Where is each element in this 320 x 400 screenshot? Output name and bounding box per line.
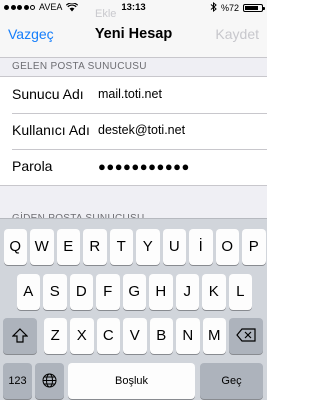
space-bar[interactable]: Boşluk [68,363,195,399]
navigation-bar: Ekle Vazgeç Yeni Hesap Kaydet [0,8,267,58]
key-d[interactable]: D [69,274,93,310]
key-y[interactable]: Y [136,229,160,265]
globe-icon [35,363,64,388]
nav-ghost-title: Ekle [95,8,117,20]
status-right: %72 [210,1,265,14]
return-key[interactable]: Geç [200,363,263,399]
numbers-key[interactable]: 123 [3,363,32,399]
key-a[interactable]: A [16,274,40,310]
key-v[interactable]: V [123,318,147,354]
key-j[interactable]: J [175,274,199,310]
key-w[interactable]: W [30,229,54,265]
key-u[interactable]: U [162,229,186,265]
key-h[interactable]: H [149,274,173,310]
shift-icon [3,318,37,343]
incoming-server-fields: Sunucu Adı mail.toti.net Kullanıcı Adı d… [0,76,267,186]
key-n[interactable]: N [176,318,200,354]
password-label: Parola [12,158,53,174]
save-button[interactable]: Kaydet [215,26,259,42]
key-i̇[interactable]: İ [189,229,213,265]
globe-key[interactable] [35,363,64,399]
key-e[interactable]: E [56,229,80,265]
key-c[interactable]: C [96,318,120,354]
username-field[interactable]: destek@toti.net [98,123,185,137]
key-g[interactable]: G [122,274,146,310]
password-field[interactable]: ●●●●●●●●●●● [98,159,190,174]
battery-icon [243,4,265,12]
server-name-label: Sunucu Adı [12,86,84,102]
key-f[interactable]: F [96,274,120,310]
password-row[interactable]: Parola ●●●●●●●●●●● [0,149,267,185]
key-s[interactable]: S [43,274,67,310]
server-name-field[interactable]: mail.toti.net [98,87,162,101]
key-t[interactable]: T [109,229,133,265]
shift-key[interactable] [3,318,37,354]
username-label: Kullanıcı Adı [12,122,90,138]
key-l[interactable]: L [228,274,252,310]
key-m[interactable]: M [202,318,226,354]
status-bar: AVEA 13:13 %72 [0,0,267,14]
key-r[interactable]: R [83,229,107,265]
bluetooth-icon [210,1,217,14]
key-z[interactable]: Z [43,318,67,354]
key-k[interactable]: K [202,274,226,310]
key-o[interactable]: O [215,229,239,265]
key-q[interactable]: Q [3,229,27,265]
key-x[interactable]: X [70,318,94,354]
incoming-server-header: GELEN POSTA SUNUCUSU [12,61,147,72]
backspace-icon [229,318,263,342]
battery-percent: %72 [220,3,239,13]
battery-level [245,6,258,10]
keyboard: Q W E R T Y U İ O P A S D F G H J K L Z X C V B N M 123 Boşluk Geç [0,218,267,400]
key-p[interactable]: P [242,229,266,265]
key-b[interactable]: B [149,318,173,354]
account-form: GELEN POSTA SUNUCUSU Sunucu Adı mail.tot… [0,58,267,224]
username-row[interactable]: Kullanıcı Adı destek@toti.net [0,113,267,149]
backspace-key[interactable] [229,318,263,354]
server-name-row[interactable]: Sunucu Adı mail.toti.net [0,77,267,113]
